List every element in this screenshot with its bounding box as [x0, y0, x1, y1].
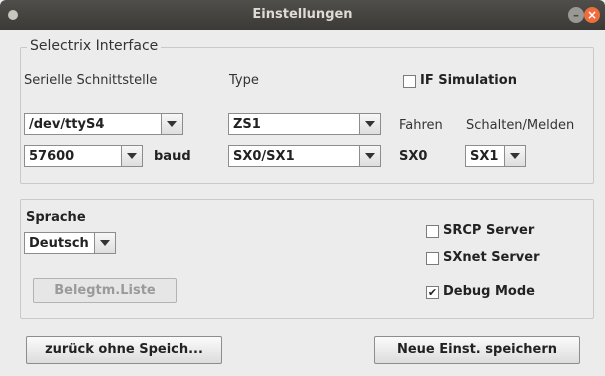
debug-mode-checkbox[interactable]: ✔	[426, 286, 439, 299]
type-bus-value: SX0/SX1	[233, 149, 295, 164]
chevron-down-icon[interactable]	[504, 146, 525, 166]
chevron-down-icon[interactable]	[359, 146, 380, 166]
if-simulation-checkbox[interactable]	[403, 75, 416, 88]
schalten-bus-value: SX1	[470, 149, 499, 164]
chevron-down-icon[interactable]	[161, 114, 182, 134]
language-value: Deutsch	[29, 236, 89, 251]
chevron-down-icon[interactable]	[121, 146, 142, 166]
baudrate-select[interactable]: 57600	[24, 145, 143, 167]
save-settings-button[interactable]: Neue Einst. speichern	[374, 336, 580, 364]
sx0-label: SX0	[399, 149, 428, 164]
schalten-bus-select[interactable]: SX1	[465, 145, 526, 167]
type-fahren-select[interactable]: ZS1	[228, 113, 381, 135]
title-bar[interactable]: Einstellungen – ×	[0, 0, 605, 30]
type-fahren-value: ZS1	[233, 117, 261, 132]
close-button[interactable]: ×	[584, 7, 600, 23]
checkmark-icon: ✔	[427, 286, 438, 299]
if-simulation-label: IF Simulation	[420, 73, 517, 88]
settings-window: Einstellungen – × Selectrix Interface Se…	[0, 0, 605, 376]
sxnet-server-label: SXnet Server	[443, 250, 540, 265]
chevron-down-icon[interactable]	[359, 114, 380, 134]
language-select[interactable]: Deutsch	[24, 232, 116, 254]
type-bus-select[interactable]: SX0/SX1	[228, 145, 381, 167]
minimize-button[interactable]: –	[568, 7, 584, 23]
serial-port-select[interactable]: /dev/ttyS4	[24, 113, 183, 135]
window-title: Einstellungen	[252, 7, 353, 22]
baud-label: baud	[154, 149, 191, 164]
serial-port-value: /dev/ttyS4	[29, 117, 105, 132]
srcp-server-label: SRCP Server	[443, 223, 535, 238]
type-label: Type	[229, 73, 259, 88]
serial-port-label: Serielle Schnittstelle	[24, 73, 158, 88]
fahren-label: Fahren	[399, 118, 443, 133]
back-without-save-button[interactable]: zurück ohne Speich...	[26, 336, 222, 364]
belegtm-liste-button[interactable]: Belegtm.Liste	[33, 278, 177, 303]
chevron-down-icon[interactable]	[94, 233, 115, 253]
baudrate-value: 57600	[29, 149, 75, 164]
sprache-label: Sprache	[26, 210, 86, 225]
panel-title: Selectrix Interface	[27, 38, 162, 54]
debug-mode-label: Debug Mode	[443, 284, 535, 299]
srcp-server-checkbox[interactable]	[426, 225, 439, 238]
sxnet-server-checkbox[interactable]	[426, 252, 439, 265]
schalten-melden-label: Schalten/Melden	[466, 118, 575, 133]
